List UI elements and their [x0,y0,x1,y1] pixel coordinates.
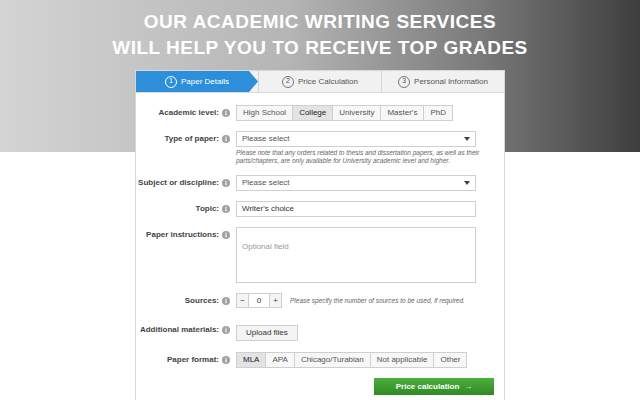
select[interactable]: Please select [236,175,476,191]
info-icon [222,135,230,143]
sources-note: Please specify the number of sources to … [290,297,465,305]
materials-row: Additional materials:Upload files [136,318,494,342]
step[interactable]: 3Personal Information [381,71,504,92]
option-button[interactable]: PhD [423,105,453,121]
field-label: Type of paper: [136,131,236,144]
option-button[interactable]: High School [236,105,293,121]
steps-bar: 1Paper Details2Price Calculation3Persona… [136,71,504,93]
option-button[interactable]: Not applicable [370,352,435,368]
paper-format-options: MLAAPAChicago/TurabianNot applicableOthe… [236,352,494,368]
instructions-row: Paper instructions:Optional field [136,227,494,283]
topic-input[interactable]: Writer's choice [236,201,476,217]
academic-level-options: High SchoolCollegeUniversityMaster'sPhD [236,105,494,121]
info-icon [222,205,230,213]
order-form: 1Paper Details2Price Calculation3Persona… [135,70,505,400]
caret-down-icon [464,181,470,185]
instructions-textarea[interactable]: Optional field [236,227,476,283]
type-note: Please note that any orders related to t… [236,149,481,165]
option-button[interactable]: Chicago/Turabian [294,352,371,368]
step[interactable]: 2Price Calculation [258,71,381,92]
step[interactable]: 1Paper Details [136,71,258,92]
field-label: Paper format: [136,355,236,365]
sources-row: Sources:−0+ Please specify the number of … [136,293,494,308]
option-button[interactable]: APA [265,352,294,368]
select[interactable]: Please select [236,131,476,147]
field-label: Subject or discipline: [136,178,236,188]
type-of-paper-row: Type of paper:Please select Please note t… [136,131,494,165]
price-calculation-button[interactable]: Price calculation→ [374,378,494,395]
option-button[interactable]: Master's [380,105,424,121]
field-label: Additional materials: [136,325,236,335]
field-label: Topic: [136,204,236,214]
info-icon [222,297,230,305]
option-button[interactable]: Other [433,352,467,368]
format-row: Paper format:MLAAPAChicago/TurabianNot a… [136,352,494,368]
arrow-icon: → [464,382,472,392]
sources-value[interactable]: 0 [249,293,269,308]
option-button[interactable]: University [332,105,381,121]
option-button[interactable]: College [292,105,333,121]
info-icon [222,109,230,117]
caret-down-icon [464,137,470,141]
sources-stepper: −0+ [236,293,282,308]
field-label: Academic level: [136,108,236,118]
info-icon [222,326,230,334]
upload-button[interactable]: Upload files [236,325,298,341]
topic-row: Topic:Writer's choice [136,201,494,217]
info-icon [222,231,230,239]
page: OUR ACADEMIC WRITING SERVICESWILL HELP Y… [0,0,640,400]
field-label: Sources: [136,296,236,306]
academic-level-row: Academic level:High SchoolCollegeUnivers… [136,105,494,121]
form-body: Academic level:High SchoolCollegeUnivers… [136,93,504,400]
subject-row: Subject or discipline:Please select [136,175,494,191]
increment-button[interactable]: + [269,293,282,308]
option-button[interactable]: MLA [236,352,266,368]
decrement-button[interactable]: − [236,293,249,308]
field-label: Paper instructions: [136,227,236,240]
info-icon [222,179,230,187]
hero-headline: OUR ACADEMIC WRITING SERVICESWILL HELP Y… [112,0,528,61]
info-icon [222,356,230,364]
